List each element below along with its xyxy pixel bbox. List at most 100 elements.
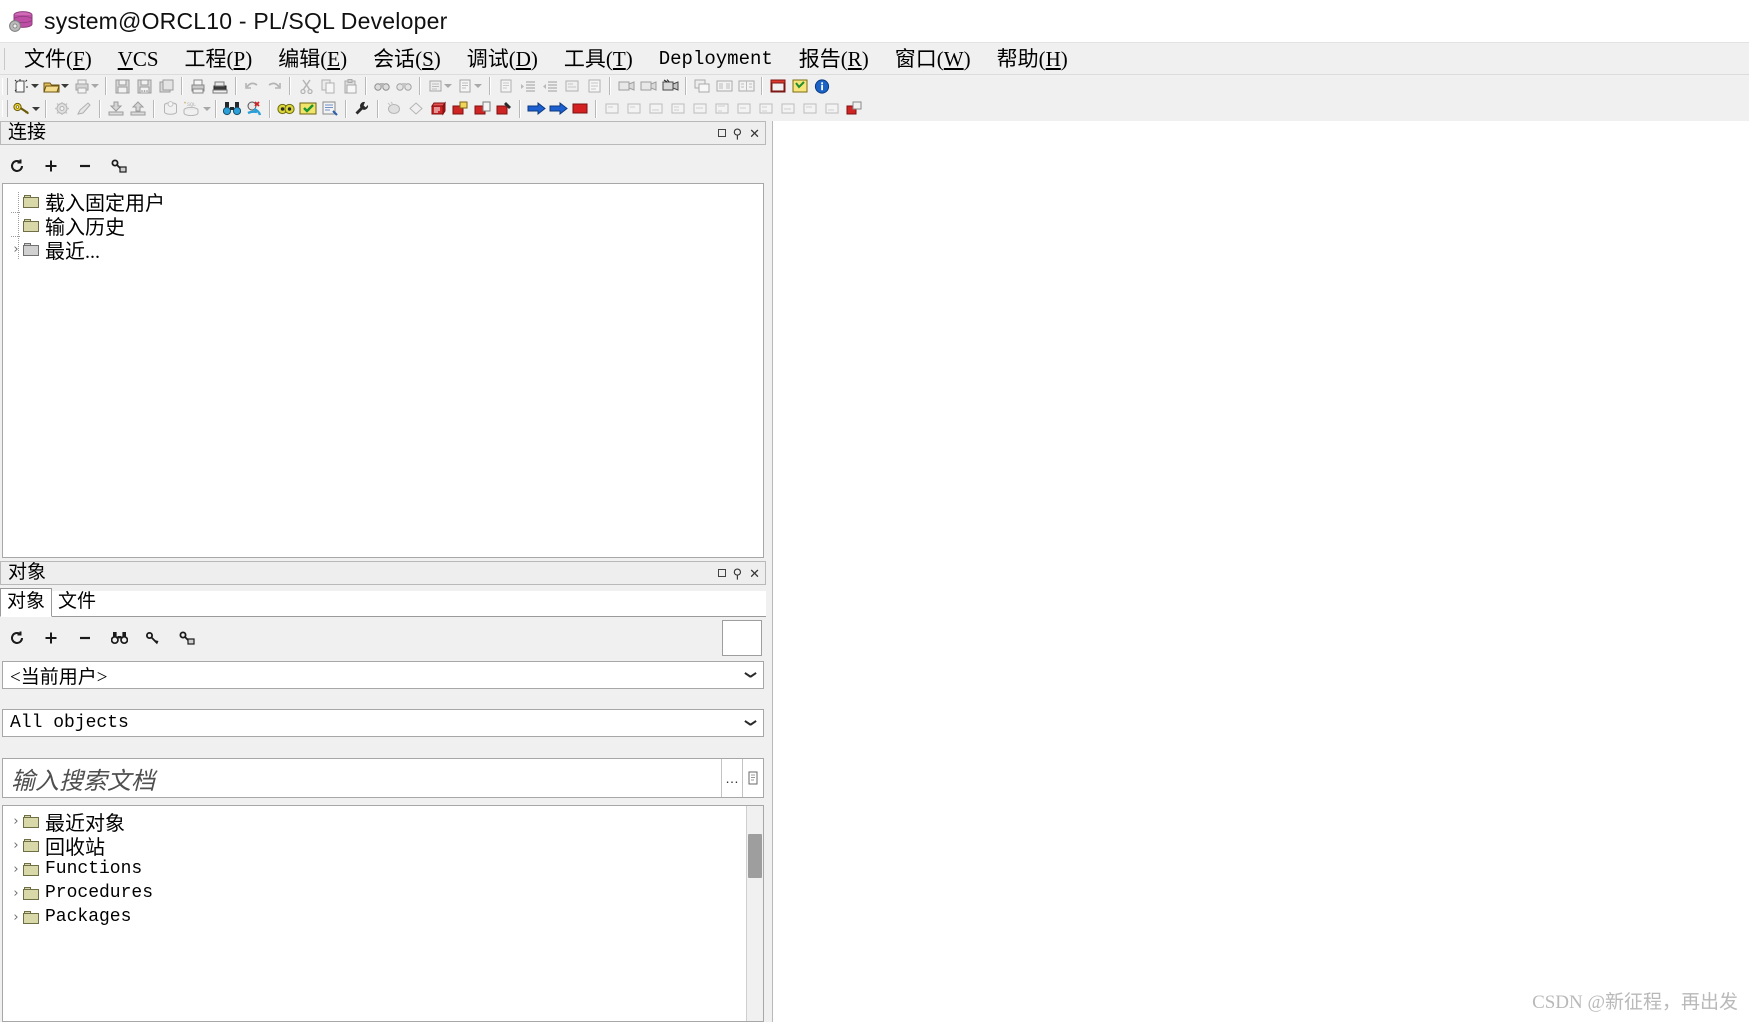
info-icon[interactable] <box>811 76 833 97</box>
restore-button[interactable] <box>717 129 726 137</box>
paste-icon <box>339 76 361 97</box>
folder-icon <box>23 862 40 876</box>
tree-item-functions[interactable]: › Functions <box>3 857 763 881</box>
database-cylinder-icon <box>6 6 36 36</box>
stop-red-icon[interactable] <box>569 98 591 119</box>
folder-red-icon[interactable] <box>449 98 471 119</box>
user-select[interactable]: <当前用户> <box>2 661 764 689</box>
menu-debug[interactable]: 调试(D) <box>454 44 551 74</box>
tree-item-input-history[interactable]: 输入历史 <box>3 213 763 239</box>
toolbar-separator <box>609 77 611 95</box>
report-window-icon[interactable] <box>319 98 341 119</box>
menu-window[interactable]: 窗口(W) <box>882 44 984 74</box>
connections-remove-icon[interactable] <box>68 153 102 179</box>
tab-files[interactable]: 文件 <box>52 589 102 616</box>
new-document-icon[interactable] <box>11 76 41 97</box>
save-as-icon[interactable] <box>133 76 155 97</box>
align-right-icon <box>583 76 605 97</box>
search-input[interactable]: 输入搜索文档 … <box>2 758 764 798</box>
close-window-icon[interactable] <box>767 76 789 97</box>
objects-remove-icon[interactable] <box>68 625 102 651</box>
more-options-button[interactable]: … <box>721 759 742 797</box>
copy-doc-button[interactable] <box>742 759 763 797</box>
save-all-icon[interactable] <box>155 76 177 97</box>
folder-icon <box>23 910 40 924</box>
objects-edit-key-icon[interactable] <box>170 625 204 651</box>
run-blue-arrow-icon[interactable] <box>525 98 547 119</box>
objects-tree[interactable]: › 最近对象 › 回收站 › Functions › Procedures › … <box>2 805 764 1022</box>
object-browser-icon[interactable] <box>789 76 811 97</box>
menu-session[interactable]: 会话(S) <box>360 44 454 74</box>
tree-item-load-fixed-user[interactable]: 载入固定用户 <box>3 189 763 215</box>
open-folder-icon[interactable] <box>41 76 71 97</box>
debug-9-icon <box>777 98 799 119</box>
command-window-icon[interactable] <box>297 98 319 119</box>
menu-report[interactable]: 报告(R) <box>786 44 882 74</box>
objects-filter-icon[interactable] <box>136 625 170 651</box>
tab-objects[interactable]: 对象 <box>0 588 53 617</box>
chevron-right-icon[interactable]: › <box>9 814 23 829</box>
menu-deployment[interactable]: Deployment <box>646 44 786 74</box>
objects-binoculars-icon[interactable] <box>102 625 136 651</box>
main-work-area[interactable]: CSDN @新征程，再出发 <box>772 121 1749 1022</box>
tools-red-icon[interactable] <box>493 98 515 119</box>
close-button[interactable]: ✕ <box>749 567 760 580</box>
binoculars-icon[interactable] <box>221 98 243 119</box>
tree-item-packages[interactable]: › Packages <box>3 905 763 929</box>
objects-add-icon[interactable] <box>34 625 68 651</box>
play-macro-icon[interactable] <box>659 76 681 97</box>
chevron-down-icon[interactable] <box>737 672 763 678</box>
restore-button[interactable] <box>717 569 726 577</box>
debug-3-icon <box>645 98 667 119</box>
tree-item-recycle-bin[interactable]: › 回收站 <box>3 833 763 859</box>
objects-extra-button[interactable] <box>722 620 762 656</box>
tree-item-recent-objects[interactable]: › 最近对象 <box>3 809 763 835</box>
uncomment-icon <box>455 76 485 97</box>
step-red-arrow-icon[interactable] <box>547 98 569 119</box>
menu-vcs[interactable]: VCS <box>105 44 172 74</box>
objects-refresh-icon[interactable] <box>0 625 34 651</box>
chevron-down-icon[interactable] <box>737 720 763 726</box>
debug-8-icon <box>755 98 777 119</box>
key-login-icon[interactable] <box>11 98 41 119</box>
rollback-icon <box>159 98 181 119</box>
save-icon[interactable] <box>111 76 133 97</box>
toolbar-grip[interactable] <box>2 100 8 117</box>
copy-red-icon[interactable] <box>471 98 493 119</box>
menu-tools[interactable]: 工具(T) <box>551 44 646 74</box>
print-page-icon[interactable] <box>187 76 209 97</box>
menu-edit[interactable]: 编辑(E) <box>265 44 360 74</box>
connections-edit-key-icon[interactable] <box>102 153 136 179</box>
folder-icon <box>23 194 40 208</box>
chevron-right-icon[interactable]: › <box>9 242 23 257</box>
toolbar-separator <box>595 99 597 118</box>
chevron-right-icon[interactable]: › <box>9 838 23 853</box>
package-red-icon[interactable] <box>427 98 449 119</box>
connections-add-icon[interactable] <box>34 153 68 179</box>
import-icon <box>105 98 127 119</box>
pin-button[interactable]: ⚲ <box>733 567 743 580</box>
connections-refresh-icon[interactable] <box>0 153 34 179</box>
tree-item-recent[interactable]: › 最近... <box>3 237 763 263</box>
menu-project[interactable]: 工程(P) <box>172 44 266 74</box>
commit-pen-icon <box>73 98 95 119</box>
tree-item-procedures[interactable]: › Procedures <box>3 881 763 905</box>
objects-tree-scroll-thumb[interactable] <box>748 834 762 878</box>
chevron-right-icon[interactable]: › <box>9 886 23 901</box>
test-window-icon[interactable] <box>275 98 297 119</box>
object-filter-select[interactable]: All objects <box>2 709 764 737</box>
chevron-right-icon[interactable]: › <box>9 862 23 877</box>
debug-7-icon <box>733 98 755 119</box>
print-icon[interactable] <box>71 76 101 97</box>
close-button[interactable]: ✕ <box>749 127 760 140</box>
connections-tree[interactable]: 载入固定用户 输入历史 › 最近... <box>2 183 764 558</box>
pin-button[interactable]: ⚲ <box>733 127 743 140</box>
explain-plan-icon[interactable] <box>243 98 265 119</box>
menu-help[interactable]: 帮助(H) <box>984 44 1081 74</box>
browser-red-icon[interactable] <box>843 98 865 119</box>
wrench-icon[interactable] <box>351 98 373 119</box>
toolbar-grip[interactable] <box>2 77 8 95</box>
menu-file[interactable]: 文件(F) <box>11 44 105 74</box>
print-setup-icon[interactable] <box>209 76 231 97</box>
chevron-right-icon[interactable]: › <box>9 910 23 925</box>
